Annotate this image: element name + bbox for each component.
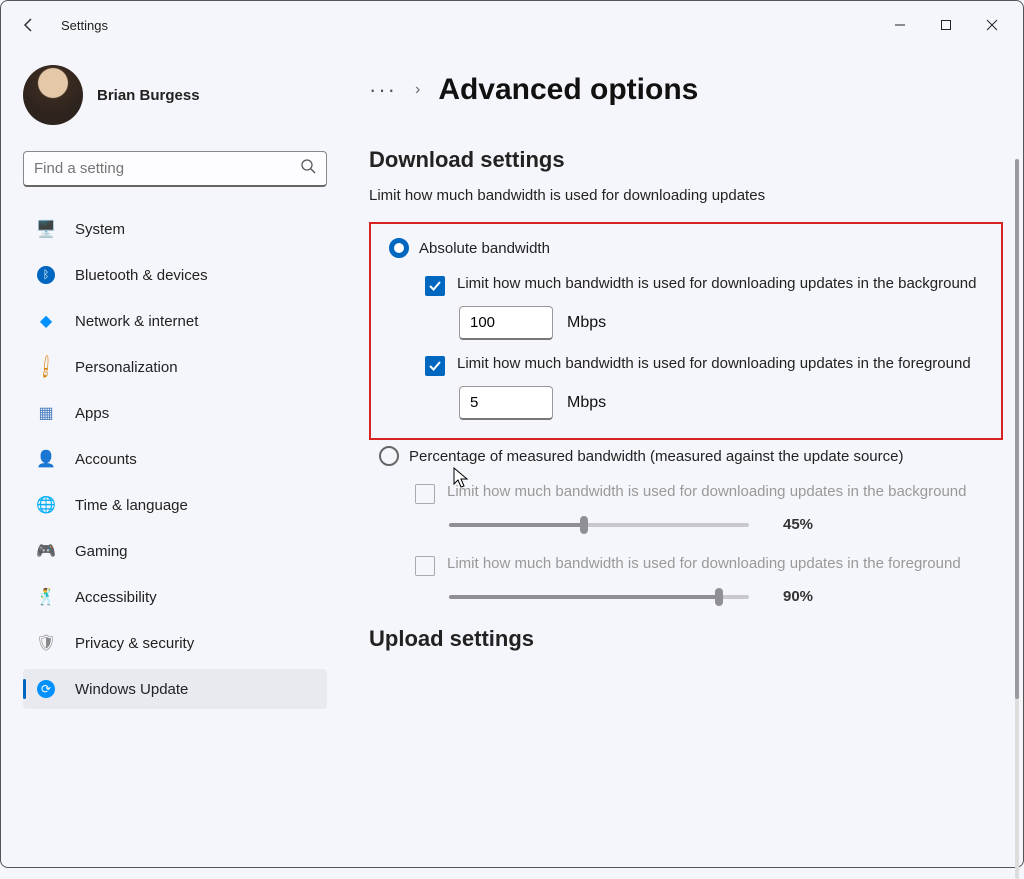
nav-label: System	[75, 221, 125, 238]
bg-bandwidth-input[interactable]	[459, 306, 553, 340]
controller-icon: 🎮	[35, 540, 57, 562]
brush-icon: 🖌	[31, 352, 62, 383]
fg-unit: Mbps	[567, 394, 606, 412]
pct-bg-slider	[449, 514, 749, 534]
download-desc: Limit how much bandwidth is used for dow…	[369, 187, 1003, 204]
check-icon	[428, 279, 442, 293]
bg-unit: Mbps	[567, 314, 606, 332]
pct-fg-value: 90%	[783, 588, 813, 605]
maximize-icon	[940, 19, 952, 31]
download-heading: Download settings	[369, 147, 1003, 173]
checkbox-pct-bg-label: Limit how much bandwidth is used for dow…	[447, 482, 967, 502]
apps-icon: ▦	[35, 402, 57, 424]
checkbox-pct-fg	[415, 556, 435, 576]
minimize-button[interactable]	[877, 5, 923, 45]
chevron-right-icon: ›	[415, 81, 420, 99]
maximize-button[interactable]	[923, 5, 969, 45]
nav-label: Accessibility	[75, 589, 157, 606]
nav-personalization[interactable]: 🖌 Personalization	[23, 347, 327, 387]
radio-percent-label: Percentage of measured bandwidth (measur…	[409, 448, 903, 465]
nav-label: Network & internet	[75, 313, 198, 330]
person-icon: 👤	[35, 448, 57, 470]
nav-apps[interactable]: ▦ Apps	[23, 393, 327, 433]
nav-label: Apps	[75, 405, 109, 422]
pct-fg-slider	[449, 586, 749, 606]
checkbox-bg-limit[interactable]	[425, 276, 445, 296]
checkbox-fg-limit[interactable]	[425, 356, 445, 376]
pct-bg-value: 45%	[783, 516, 813, 533]
minimize-icon	[894, 19, 906, 31]
nav-accounts[interactable]: 👤 Accounts	[23, 439, 327, 479]
nav-label: Gaming	[75, 543, 128, 560]
wifi-icon: ◆	[35, 310, 57, 332]
bluetooth-icon: ᛒ	[35, 264, 57, 286]
nav-gaming[interactable]: 🎮 Gaming	[23, 531, 327, 571]
scrollbar[interactable]	[1015, 159, 1019, 879]
nav-label: Time & language	[75, 497, 188, 514]
update-icon: ⟳	[35, 678, 57, 700]
nav-label: Privacy & security	[75, 635, 194, 652]
nav-accessibility[interactable]: 🕺 Accessibility	[23, 577, 327, 617]
search-box[interactable]	[23, 151, 327, 187]
checkbox-pct-bg	[415, 484, 435, 504]
radio-absolute[interactable]	[389, 238, 409, 258]
system-icon: 🖥️	[35, 218, 57, 240]
checkbox-pct-fg-label: Limit how much bandwidth is used for dow…	[447, 554, 961, 574]
check-icon	[428, 359, 442, 373]
close-button[interactable]	[969, 5, 1015, 45]
nav-windows-update[interactable]: ⟳ Windows Update	[23, 669, 327, 709]
search-input[interactable]	[34, 160, 300, 177]
back-button[interactable]	[9, 17, 49, 33]
scrollbar-thumb[interactable]	[1015, 159, 1019, 699]
shield-icon: 🛡	[35, 632, 57, 654]
highlight-annotation: Absolute bandwidth Limit how much bandwi…	[369, 222, 1003, 440]
nav-network[interactable]: ◆ Network & internet	[23, 301, 327, 341]
nav-system[interactable]: 🖥️ System	[23, 209, 327, 249]
breadcrumb: ··· › Advanced options	[369, 73, 1003, 107]
radio-absolute-label: Absolute bandwidth	[419, 240, 550, 257]
user-name: Brian Burgess	[97, 87, 200, 104]
checkbox-fg-label: Limit how much bandwidth is used for dow…	[457, 354, 971, 374]
nav-label: Bluetooth & devices	[75, 267, 208, 284]
checkbox-bg-label: Limit how much bandwidth is used for dow…	[457, 274, 977, 294]
nav-bluetooth[interactable]: ᛒ Bluetooth & devices	[23, 255, 327, 295]
nav-label: Personalization	[75, 359, 178, 376]
page-title: Advanced options	[438, 73, 698, 107]
upload-heading: Upload settings	[369, 626, 1003, 652]
search-icon	[300, 158, 316, 179]
nav-privacy[interactable]: 🛡 Privacy & security	[23, 623, 327, 663]
close-icon	[986, 19, 998, 31]
accessibility-icon: 🕺	[35, 586, 57, 608]
nav-label: Windows Update	[75, 681, 188, 698]
app-title: Settings	[61, 18, 108, 33]
radio-percent[interactable]	[379, 446, 399, 466]
breadcrumb-overflow[interactable]: ···	[369, 77, 397, 103]
nav-time[interactable]: 🌐 Time & language	[23, 485, 327, 525]
globe-icon: 🌐	[35, 494, 57, 516]
avatar[interactable]	[23, 65, 83, 125]
nav-label: Accounts	[75, 451, 137, 468]
fg-bandwidth-input[interactable]	[459, 386, 553, 420]
arrow-left-icon	[21, 17, 37, 33]
